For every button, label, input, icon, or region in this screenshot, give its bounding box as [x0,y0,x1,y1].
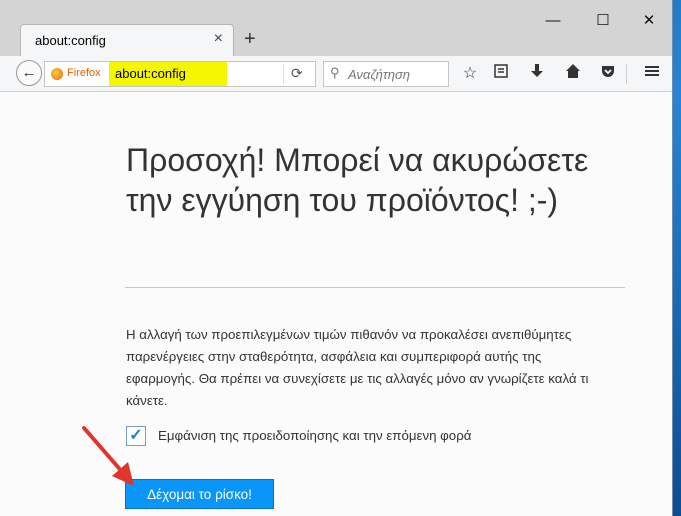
new-tab-button[interactable]: + [244,27,256,51]
search-icon: ⚲ [330,65,340,80]
arrow-left-icon: ← [21,64,37,81]
heading-divider [125,287,625,288]
minimize-button[interactable]: — [530,8,576,34]
tab-title: about:config [35,33,106,48]
reload-icon[interactable]: ⟳ [291,65,303,82]
close-window-button[interactable]: ✕ [626,8,672,34]
toolbar-separator [626,64,627,84]
navigation-toolbar: ← Firefox about:config ⟳ ⚲ Αναζήτηση ☆ [0,56,672,92]
identity-label: Firefox [67,67,101,79]
warning-text: Η αλλαγή των προεπιλεγμένων τιμών πιθανό… [126,327,589,408]
tab-about-config[interactable]: about:config × [20,24,234,56]
urlbar-separator [283,64,284,84]
titlebar: about:config × + — ☐ ✕ [0,0,672,56]
maximize-button[interactable]: ☐ [580,8,626,34]
warning-heading: Προσοχή! Μπορεί να ακυρώσετε την εγγύηση… [126,142,589,218]
annotation-arrow-icon [82,426,134,486]
hamburger-menu-icon[interactable] [641,63,663,85]
search-bar[interactable]: ⚲ Αναζήτηση [323,61,449,87]
firefox-icon [51,68,63,80]
url-bar[interactable]: Firefox about:config ⟳ [44,61,316,87]
bookmark-star-icon[interactable]: ☆ [459,63,481,85]
show-warning-label[interactable]: Εμφάνιση της προειδοποίησης και την επόμ… [158,428,471,443]
url-text[interactable]: about:config [115,66,186,81]
search-placeholder: Αναζήτηση [348,67,410,82]
bookmarks-list-icon[interactable] [490,63,512,85]
home-icon[interactable] [562,63,584,85]
download-icon[interactable] [526,63,548,85]
close-tab-icon[interactable]: × [214,30,223,48]
pocket-icon[interactable] [597,63,619,85]
back-button[interactable]: ← [16,60,42,86]
